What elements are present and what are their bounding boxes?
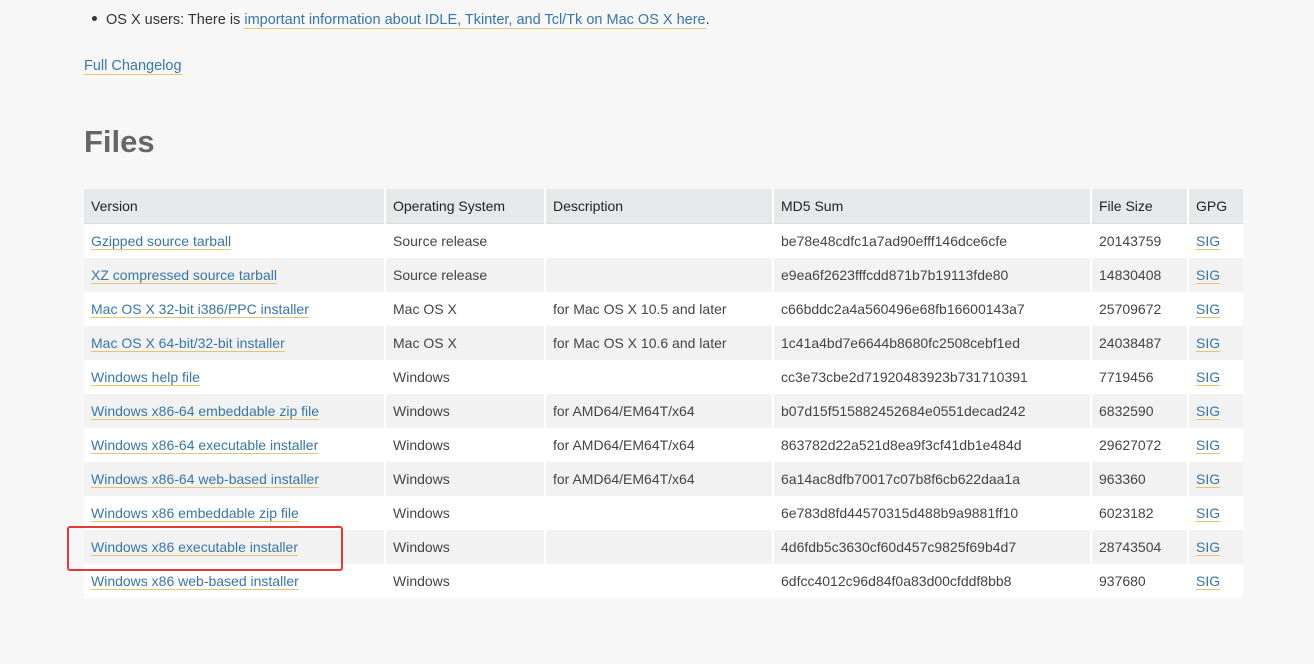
table-row: Windows x86-64 web-based installer Windo… (84, 462, 1243, 496)
sig-link[interactable]: SIG (1196, 403, 1221, 420)
os-cell: Windows (385, 394, 546, 428)
description-cell (545, 530, 774, 564)
header-gpg: GPG (1188, 189, 1243, 224)
description-cell: for Mac OS X 10.5 and later (545, 292, 774, 326)
os-x-note-suffix: . (705, 12, 710, 28)
sig-link[interactable]: SIG (1196, 437, 1221, 454)
version-link[interactable]: Gzipped source tarball (91, 233, 232, 250)
header-operating-system: Operating System (385, 189, 546, 224)
os-cell: Windows (385, 530, 546, 564)
sig-link[interactable]: SIG (1196, 505, 1221, 522)
description-cell (545, 496, 774, 530)
table-row: Gzipped source tarball Source release be… (84, 223, 1243, 258)
os-cell: Mac OS X (385, 292, 546, 326)
file-size-cell: 28743504 (1091, 530, 1189, 564)
md5-cell: 4d6fdb5c3630cf60d457c9825f69b4d7 (773, 530, 1092, 564)
description-cell (545, 258, 774, 292)
os-cell: Source release (385, 223, 546, 258)
file-size-cell: 25709672 (1091, 292, 1189, 326)
table-header-row: Version Operating System Description MD5… (84, 189, 1243, 224)
os-cell: Windows (385, 428, 546, 462)
version-link-windows-x86-executable-installer[interactable]: Windows x86 executable installer (91, 539, 298, 556)
version-link[interactable]: Windows x86 web-based installer (91, 573, 299, 590)
description-cell: for Mac OS X 10.6 and later (545, 326, 774, 360)
table-body: Gzipped source tarball Source release be… (84, 223, 1243, 598)
table-row: Windows x86-64 executable installer Wind… (84, 428, 1243, 462)
file-size-cell: 20143759 (1091, 223, 1189, 258)
file-size-cell: 29627072 (1091, 428, 1189, 462)
table-row-highlighted: Windows x86 executable installer Windows… (84, 530, 1243, 564)
header-md5-sum: MD5 Sum (773, 189, 1092, 224)
md5-cell: 1c41a4bd7e6644b8680fc2508cebf1ed (773, 326, 1092, 360)
md5-cell: 6dfcc4012c96d84f0a83d00cfddf8bb8 (773, 564, 1092, 598)
version-link[interactable]: Windows x86-64 web-based installer (91, 471, 319, 488)
table-row: Mac OS X 64-bit/32-bit installer Mac OS … (84, 326, 1243, 360)
os-cell: Windows (385, 564, 546, 598)
os-cell: Windows (385, 360, 546, 394)
sig-link[interactable]: SIG (1196, 369, 1221, 386)
table-row: Windows help file Windows cc3e73cbe2d719… (84, 360, 1243, 394)
file-size-cell: 963360 (1091, 462, 1189, 496)
table-row: Windows x86 web-based installer Windows … (84, 564, 1243, 598)
os-cell: Windows (385, 496, 546, 530)
version-link[interactable]: Windows x86 embeddable zip file (91, 505, 299, 522)
sig-link[interactable]: SIG (1196, 233, 1221, 250)
os-x-info-link[interactable]: important information about IDLE, Tkinte… (244, 12, 706, 29)
md5-cell: c66bddc2a4a560496e68fb16600143a7 (773, 292, 1092, 326)
file-size-cell: 7719456 (1091, 360, 1189, 394)
full-changelog-link[interactable]: Full Changelog (84, 58, 182, 75)
page: OS X users: There is important informati… (0, 0, 1314, 664)
version-link[interactable]: Mac OS X 64-bit/32-bit installer (91, 335, 285, 352)
os-cell: Mac OS X (385, 326, 546, 360)
sig-link[interactable]: SIG (1196, 335, 1221, 352)
version-link[interactable]: Mac OS X 32-bit i386/PPC installer (91, 301, 309, 318)
os-x-note: OS X users: There is important informati… (92, 10, 710, 30)
os-cell: Windows (385, 462, 546, 496)
md5-cell: 6a14ac8dfb70017c07b8f6cb622daa1a (773, 462, 1092, 496)
table-row: XZ compressed source tarball Source rele… (84, 258, 1243, 292)
sig-link[interactable]: SIG (1196, 267, 1221, 284)
header-file-size: File Size (1091, 189, 1189, 224)
table-row: Windows x86-64 embeddable zip file Windo… (84, 394, 1243, 428)
description-cell (545, 223, 774, 258)
files-table: Version Operating System Description MD5… (84, 189, 1243, 598)
sig-link[interactable]: SIG (1196, 573, 1221, 590)
os-cell: Source release (385, 258, 546, 292)
file-size-cell: 6023182 (1091, 496, 1189, 530)
version-link[interactable]: Windows x86-64 executable installer (91, 437, 319, 454)
description-cell (545, 360, 774, 394)
md5-cell: 863782d22a521d8ea9f3cf41db1e484d (773, 428, 1092, 462)
description-cell: for AMD64/EM64T/x64 (545, 428, 774, 462)
files-heading: Files (84, 124, 155, 159)
version-link[interactable]: Windows help file (91, 369, 200, 386)
description-cell: for AMD64/EM64T/x64 (545, 462, 774, 496)
bullet-icon (92, 15, 97, 21)
changelog-container: Full Changelog (84, 56, 182, 76)
sig-link[interactable]: SIG (1196, 539, 1221, 556)
description-cell: for AMD64/EM64T/x64 (545, 394, 774, 428)
file-size-cell: 937680 (1091, 564, 1189, 598)
os-x-note-prefix: OS X users: There is (106, 12, 245, 28)
md5-cell: b07d15f515882452684e0551decad242 (773, 394, 1092, 428)
md5-cell: 6e783d8fd44570315d488b9a9881ff10 (773, 496, 1092, 530)
table-row: Windows x86 embeddable zip file Windows … (84, 496, 1243, 530)
table-row: Mac OS X 32-bit i386/PPC installer Mac O… (84, 292, 1243, 326)
file-size-cell: 14830408 (1091, 258, 1189, 292)
md5-cell: e9ea6f2623fffcdd871b7b19113fde80 (773, 258, 1092, 292)
file-size-cell: 6832590 (1091, 394, 1189, 428)
description-cell (545, 564, 774, 598)
md5-cell: be78e48cdfc1a7ad90efff146dce6cfe (773, 223, 1092, 258)
header-description: Description (545, 189, 774, 224)
version-link[interactable]: XZ compressed source tarball (91, 267, 277, 284)
sig-link[interactable]: SIG (1196, 471, 1221, 488)
md5-cell: cc3e73cbe2d71920483923b731710391 (773, 360, 1092, 394)
header-version: Version (84, 189, 386, 224)
version-link[interactable]: Windows x86-64 embeddable zip file (91, 403, 320, 420)
sig-link[interactable]: SIG (1196, 301, 1221, 318)
file-size-cell: 24038487 (1091, 326, 1189, 360)
